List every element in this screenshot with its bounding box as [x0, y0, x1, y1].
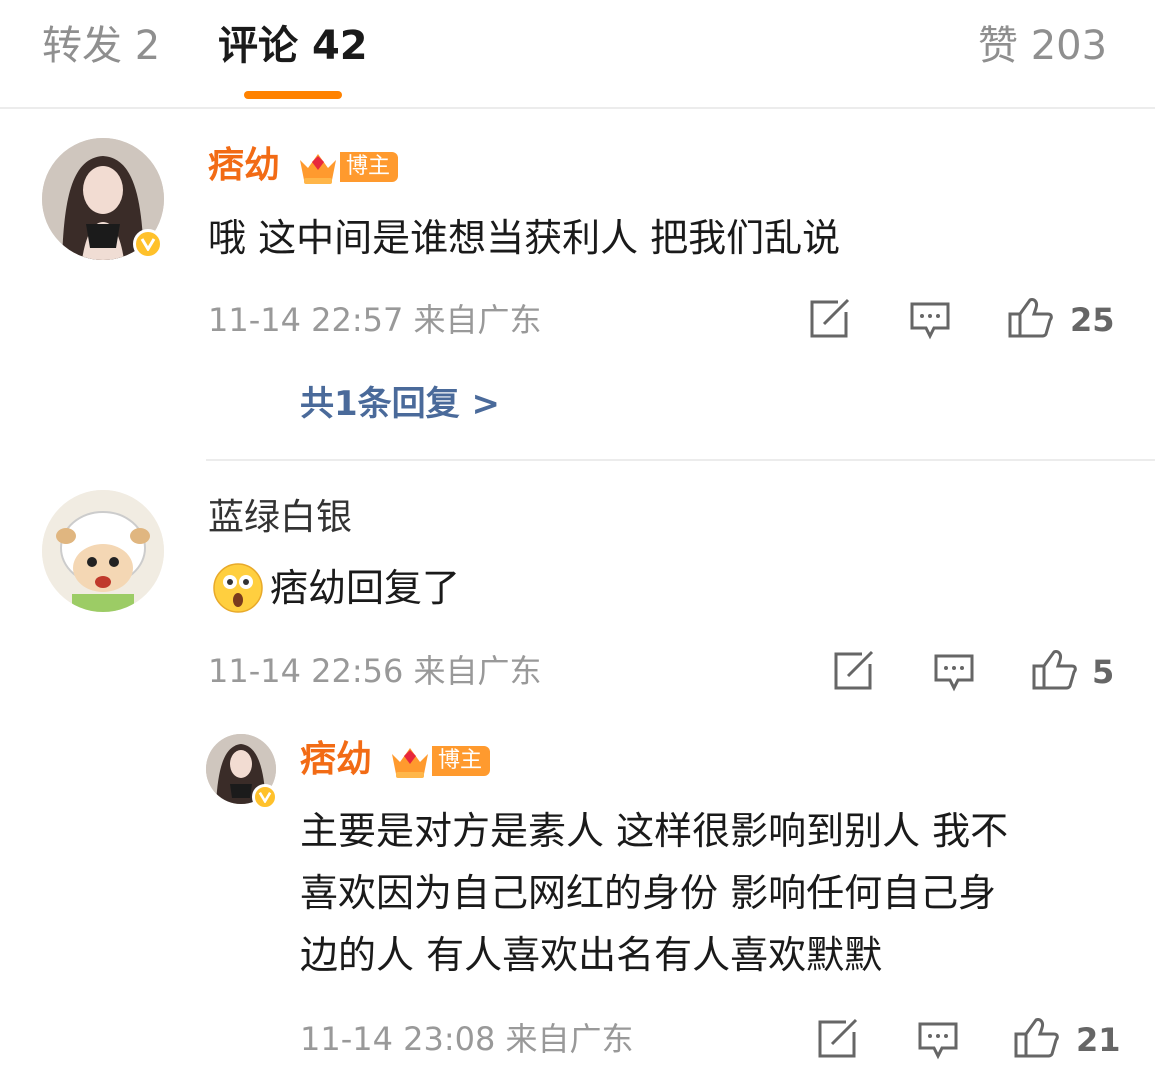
comment-location: 来自广东 — [413, 652, 542, 690]
comment-divider — [206, 459, 1155, 461]
verified-icon — [252, 784, 278, 810]
like-count: 25 — [1070, 301, 1115, 339]
tab-comments-label: 评论 — [218, 23, 298, 69]
share-icon[interactable] — [808, 298, 852, 340]
comment-meta: 11-14 22:57 来自广东 — [208, 300, 542, 340]
comment-text: 痞幼回复了 — [270, 566, 461, 610]
like-icon[interactable] — [1012, 1016, 1060, 1060]
comment-meta: 11-14 22:56 来自广东 — [208, 651, 542, 691]
reply-location: 来自广东 — [505, 1020, 634, 1058]
active-tab-indicator — [244, 91, 342, 99]
crown-icon — [300, 154, 336, 184]
comment-time: 11-14 22:57 — [208, 301, 404, 339]
comment-icon[interactable] — [932, 652, 976, 692]
tab-likes-count: 203 — [1030, 23, 1108, 69]
tab-reposts-count: 2 — [134, 23, 161, 69]
share-icon[interactable] — [832, 650, 876, 692]
reply-time: 11-14 23:08 — [300, 1020, 496, 1058]
avatar[interactable] — [42, 490, 164, 612]
reply-text-line: 喜欢因为自己网红的身份 影响任何自己身 — [300, 871, 997, 915]
view-replies-link[interactable]: 共1条回复 > — [300, 383, 500, 425]
username[interactable]: 蓝绿白银 — [208, 496, 352, 540]
badge-label: 博主 — [432, 746, 491, 776]
reply-text-line: 主要是对方是素人 这样很影响到别人 我不 — [300, 809, 1009, 853]
blogger-badge: 博主 — [388, 742, 491, 780]
tab-reposts[interactable]: 转发 2 — [42, 22, 160, 70]
comment-location: 来自广东 — [413, 301, 542, 339]
like-icon[interactable] — [1030, 648, 1078, 692]
verified-icon — [133, 229, 163, 259]
like-count: 5 — [1092, 653, 1115, 691]
like-count: 21 — [1076, 1021, 1121, 1059]
astonished-face-icon — [212, 562, 264, 614]
tab-likes-label: 赞 — [978, 23, 1018, 69]
reply-meta: 11-14 23:08 来自广东 — [300, 1019, 634, 1059]
tab-reposts-label: 转发 — [42, 23, 122, 69]
blogger-badge: 博主 — [296, 148, 399, 186]
tab-comments-count: 42 — [311, 23, 368, 69]
reply-text: 主要是对方是素人 这样很影响到别人 我不 喜欢因为自己网红的身份 影响任何自己身… — [300, 800, 1140, 986]
crown-icon — [392, 748, 428, 778]
username[interactable]: 痞幼 — [300, 738, 372, 782]
comment-icon[interactable] — [908, 300, 952, 340]
reply-text-line: 边的人 有人喜欢出名有人喜欢默默 — [300, 933, 883, 977]
tab-likes[interactable]: 赞 203 — [978, 22, 1107, 70]
badge-label: 博主 — [340, 152, 399, 182]
username[interactable]: 痞幼 — [208, 144, 280, 188]
comment-icon[interactable] — [916, 1020, 960, 1060]
share-icon[interactable] — [816, 1018, 860, 1060]
comment-text: 哦 这中间是谁想当获利人 把我们乱说 — [208, 216, 841, 260]
tabs-divider — [0, 107, 1155, 109]
like-icon[interactable] — [1006, 296, 1054, 340]
tab-comments[interactable]: 评论 42 — [218, 22, 368, 70]
comment-time: 11-14 22:56 — [208, 652, 404, 690]
